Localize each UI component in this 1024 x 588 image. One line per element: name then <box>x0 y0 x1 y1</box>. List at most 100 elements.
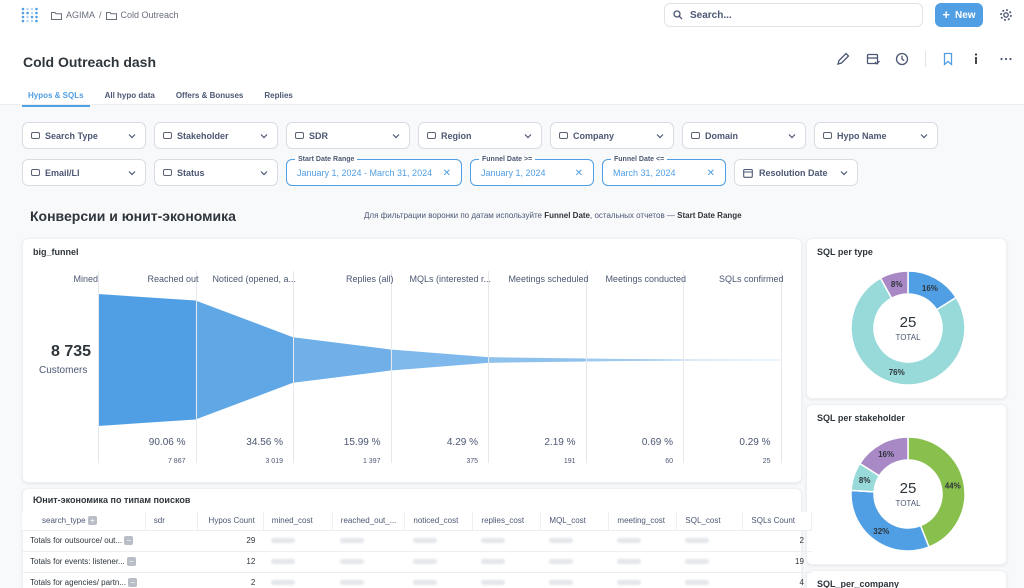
funnel-stage-count: 25 <box>762 458 771 465</box>
funnel-column-divider <box>293 271 294 463</box>
funnel-segment[interactable] <box>195 300 294 420</box>
row-name: Totals for agencies/ partn... <box>30 577 127 587</box>
bookmark-icon[interactable] <box>941 52 955 66</box>
search-bar[interactable]: Search... <box>664 3 923 27</box>
funnel-stage-count: 1 397 <box>362 458 381 465</box>
column-header-label: noticed_cost <box>413 516 459 526</box>
funnel-segment[interactable] <box>488 357 586 363</box>
row-name-cell: Totals for events: listener... − <box>22 551 146 573</box>
funnel-segment[interactable] <box>293 337 391 383</box>
donut-total-label: TOTAL <box>895 499 921 508</box>
filter-region[interactable]: Region <box>418 122 542 149</box>
column-header[interactable]: sdr <box>145 512 198 531</box>
column-header[interactable]: SQLs Count <box>742 512 813 531</box>
filter-sdr[interactable]: SDR <box>286 122 410 149</box>
tab-hypos-sqls[interactable]: Hypos & SQLs <box>22 88 90 107</box>
filter-search-type[interactable]: Search Type <box>22 122 146 149</box>
new-button[interactable]: + New <box>935 3 983 27</box>
column-header[interactable]: reached_out_... <box>332 512 406 531</box>
blurred-cell <box>263 572 333 588</box>
filter-resolution-date[interactable]: Resolution Date <box>734 159 858 186</box>
expand-icon[interactable]: − <box>124 536 134 546</box>
filter-hypo-name[interactable]: Hypo Name <box>814 122 938 149</box>
funnel-stage-count: 7 867 <box>167 458 186 465</box>
column-header-label: mined_cost <box>271 516 313 526</box>
table-row[interactable]: Totals for agencies/ partn... − 2 4 <box>22 572 812 588</box>
note-text: , остальных отчетов — <box>590 211 678 220</box>
breadcrumb-agima[interactable]: AGIMA <box>66 10 95 20</box>
funnel-column-divider <box>585 271 587 463</box>
card-title[interactable]: Юнит-экономика по типам поисков <box>33 495 190 505</box>
header-divider <box>925 51 926 67</box>
clear-filter-icon[interactable]: ✕ <box>707 168 715 179</box>
column-header-label: replies_cost <box>481 516 525 526</box>
filter-status[interactable]: Status <box>154 159 278 186</box>
blurred-cell <box>676 551 743 573</box>
column-header[interactable]: noticed_cost <box>404 512 474 531</box>
funnel-segment[interactable] <box>390 349 489 371</box>
chevron-down-icon <box>524 134 532 139</box>
column-header[interactable]: MQL_cost <box>540 512 610 531</box>
filter-funnel-date-to[interactable]: Funnel Date <= March 31, 2024 ✕ <box>602 156 726 186</box>
chevron-down-icon <box>128 134 136 139</box>
tag-icon <box>163 169 172 176</box>
clear-filter-icon[interactable]: ✕ <box>575 168 583 179</box>
column-header[interactable]: replies_cost <box>472 512 542 531</box>
hypos-count-cell: 29 <box>197 530 264 552</box>
column-header[interactable]: search_type + <box>22 512 146 531</box>
column-header-label: sdr <box>153 516 165 526</box>
subscription-icon[interactable] <box>866 52 880 66</box>
filter-label: Resolution Date <box>759 167 828 178</box>
card-title[interactable]: SQL per stakeholder <box>817 413 905 423</box>
row-name-cell: Totals for outsource/ out... − <box>22 530 146 552</box>
note-text: Для фильтрации воронки по датам использу… <box>364 211 545 220</box>
column-header[interactable]: meeting_cost <box>608 512 678 531</box>
column-header[interactable]: SQL_cost <box>676 512 744 531</box>
card-title[interactable]: SQL per type <box>817 247 873 257</box>
metabase-logo-icon[interactable] <box>21 7 39 23</box>
expand-icon[interactable]: − <box>126 557 136 567</box>
tag-icon <box>559 132 568 139</box>
tab-offers-bonuses[interactable]: Offers & Bonuses <box>170 88 250 107</box>
blurred-cell <box>404 530 473 552</box>
column-header-label: Hypos Count <box>208 516 255 526</box>
funnel-stage-count: 60 <box>665 458 673 465</box>
history-clock-icon[interactable] <box>895 52 909 66</box>
breadcrumb-cold-outreach[interactable]: Cold Outreach <box>121 10 179 20</box>
tab-replies[interactable]: Replies <box>258 88 298 107</box>
dashboard-header: Cold Outreach dash Hypos & SQLs All hypo… <box>0 30 1024 107</box>
table-row[interactable]: Totals for events: listener... − 12 19 <box>22 551 812 573</box>
filter-label: SDR <box>309 130 329 141</box>
blurred-cell <box>540 572 609 588</box>
sql-per-company-card: SQL_per_company <box>806 570 1007 588</box>
filter-domain[interactable]: Domain <box>682 122 806 149</box>
blurred-cell <box>472 551 541 573</box>
column-header[interactable]: mined_cost <box>263 512 333 531</box>
expand-icon[interactable]: − <box>128 578 138 588</box>
column-header-label: reached_out_... <box>340 516 397 526</box>
funnel-segment[interactable] <box>683 359 781 361</box>
funnel-segment[interactable] <box>585 358 684 362</box>
gear-icon[interactable] <box>999 8 1013 22</box>
funnel-card: big_funnel 8 735 Customers Mined Reached … <box>22 238 802 483</box>
filter-caption: Funnel Date <= <box>611 156 668 163</box>
tab-all-hypo-data[interactable]: All hypo data <box>99 88 161 107</box>
info-icon[interactable] <box>969 52 983 66</box>
section-note: Для фильтрации воронки по датам использу… <box>364 211 742 220</box>
column-header[interactable]: Hypos Count <box>197 512 264 531</box>
tag-icon <box>163 132 172 139</box>
filter-funnel-date-from[interactable]: Funnel Date >= January 1, 2024 ✕ <box>470 156 594 186</box>
filter-stakeholder[interactable]: Stakeholder <box>154 122 278 149</box>
dashboard-tabs: Hypos & SQLs All hypo data Offers & Bonu… <box>22 88 308 107</box>
card-title[interactable]: SQL_per_company <box>817 579 899 588</box>
filter-company[interactable]: Company <box>550 122 674 149</box>
filter-email-li[interactable]: Email/LI <box>22 159 146 186</box>
table-row[interactable]: Totals for outsource/ out... − 29 2 <box>22 530 812 552</box>
more-options-icon[interactable] <box>999 52 1013 66</box>
expand-icon[interactable]: + <box>87 516 97 526</box>
funnel-segment[interactable] <box>98 294 196 426</box>
funnel-stage-count: 375 <box>466 458 478 465</box>
filter-start-date-range[interactable]: Start Date Range January 1, 2024 - March… <box>286 156 462 186</box>
pencil-icon[interactable] <box>836 52 850 66</box>
clear-filter-icon[interactable]: ✕ <box>443 168 451 179</box>
